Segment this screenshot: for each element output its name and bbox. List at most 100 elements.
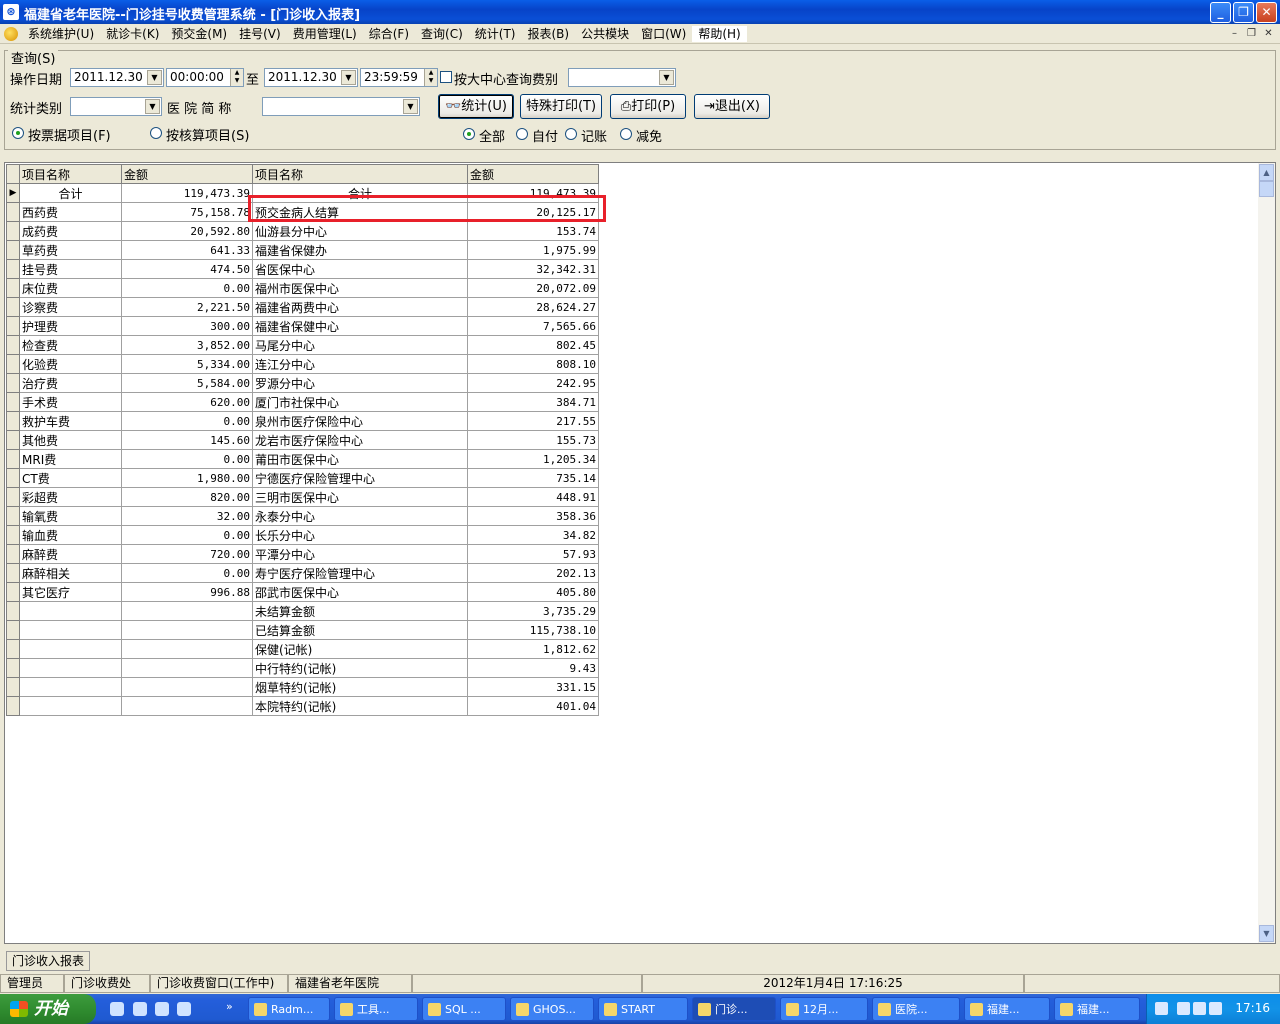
- cell-item-name-2[interactable]: 中行特约(记帐): [252, 658, 468, 678]
- cell-amount-1[interactable]: 0.00: [121, 525, 253, 545]
- table-row[interactable]: 手术费 620.00 厦门市社保中心 384.71: [6, 392, 599, 412]
- cell-item-name-1[interactable]: 成药费: [19, 221, 122, 241]
- cell-item-name-1[interactable]: [19, 658, 122, 678]
- col-header-item-name-2[interactable]: 项目名称: [252, 164, 468, 184]
- cell-amount-2[interactable]: 153.74: [467, 221, 599, 241]
- cell-item-name-2[interactable]: 宁德医疗保险管理中心: [252, 468, 468, 488]
- cell-amount-2[interactable]: 28,624.27: [467, 297, 599, 317]
- table-row[interactable]: MRI费 0.00 莆田市医保中心 1,205.34: [6, 449, 599, 469]
- network-icon-2[interactable]: [1209, 1002, 1222, 1015]
- row-indicator[interactable]: [6, 373, 20, 393]
- cell-amount-1[interactable]: 145.60: [121, 430, 253, 450]
- table-row[interactable]: 化验费 5,334.00 连江分中心 808.10: [6, 354, 599, 374]
- cell-item-name-2[interactable]: 福建省两费中心: [252, 297, 468, 317]
- cell-amount-2[interactable]: 358.36: [467, 506, 599, 526]
- start-button[interactable]: 开始: [0, 994, 96, 1024]
- row-indicator[interactable]: [6, 240, 20, 260]
- row-indicator[interactable]: [6, 468, 20, 488]
- cell-amount-1[interactable]: 996.88: [121, 582, 253, 602]
- row-indicator[interactable]: [6, 411, 20, 431]
- cell-item-name-1[interactable]: 输氧费: [19, 506, 122, 526]
- cell-amount-1[interactable]: [121, 601, 253, 621]
- cell-item-name-1[interactable]: 其它医疗: [19, 582, 122, 602]
- row-indicator[interactable]: [6, 392, 20, 412]
- cell-item-name-1[interactable]: 彩超费: [19, 487, 122, 507]
- mdi-minimize-icon[interactable]: –: [1227, 27, 1242, 41]
- table-row[interactable]: 护理费 300.00 福建省保健中心 7,565.66: [6, 316, 599, 336]
- cell-amount-2[interactable]: 401.04: [467, 696, 599, 716]
- table-row[interactable]: 彩超费 820.00 三明市医保中心 448.91: [6, 487, 599, 507]
- menu-query[interactable]: 查询(C): [415, 26, 469, 42]
- cell-amount-2[interactable]: 7,565.66: [467, 316, 599, 336]
- row-indicator[interactable]: [6, 601, 20, 621]
- cell-item-name-1[interactable]: 治疗费: [19, 373, 122, 393]
- hospital-select[interactable]: ▼: [262, 97, 420, 116]
- cell-amount-2[interactable]: 1,975.99: [467, 240, 599, 260]
- self-pay-radio[interactable]: [516, 128, 528, 140]
- cell-amount-2[interactable]: 9.43: [467, 658, 599, 678]
- close-button[interactable]: ✕: [1256, 2, 1277, 23]
- col-header-amount-1[interactable]: 金额: [121, 164, 253, 184]
- cell-amount-2[interactable]: 20,072.09: [467, 278, 599, 298]
- cell-amount-2[interactable]: 34.82: [467, 525, 599, 545]
- table-row[interactable]: 草药费 641.33 福建省保健办 1,975.99: [6, 240, 599, 260]
- cell-amount-1[interactable]: [121, 696, 253, 716]
- task-december-folder[interactable]: 12月...: [780, 997, 868, 1021]
- cell-amount-1[interactable]: 2,221.50: [121, 297, 253, 317]
- row-indicator[interactable]: [6, 430, 20, 450]
- cell-item-name-2[interactable]: 仙游县分中心: [252, 221, 468, 241]
- table-row[interactable]: 床位费 0.00 福州市医保中心 20,072.09: [6, 278, 599, 298]
- cell-amount-1[interactable]: 5,584.00: [121, 373, 253, 393]
- menu-card[interactable]: 就诊卡(K): [100, 26, 165, 42]
- cell-amount-2[interactable]: 57.93: [467, 544, 599, 564]
- cell-amount-1[interactable]: 0.00: [121, 449, 253, 469]
- row-indicator[interactable]: [6, 316, 20, 336]
- cell-amount-1[interactable]: 0.00: [121, 278, 253, 298]
- cell-item-name-2[interactable]: 龙岩市医疗保险中心: [252, 430, 468, 450]
- row-indicator[interactable]: [6, 354, 20, 374]
- cell-item-name-1[interactable]: 挂号费: [19, 259, 122, 279]
- cell-item-name-1[interactable]: [19, 696, 122, 716]
- table-row[interactable]: 保健(记帐) 1,812.62: [6, 639, 599, 659]
- cell-amount-1[interactable]: [121, 620, 253, 640]
- menu-stat[interactable]: 统计(T): [469, 26, 522, 42]
- cell-item-name-1[interactable]: 合计: [19, 183, 122, 203]
- row-indicator[interactable]: [6, 278, 20, 298]
- col-header-amount-2[interactable]: 金额: [467, 164, 599, 184]
- cell-item-name-2[interactable]: 三明市医保中心: [252, 487, 468, 507]
- cell-item-name-2[interactable]: 长乐分中心: [252, 525, 468, 545]
- row-indicator[interactable]: [6, 525, 20, 545]
- cell-amount-2[interactable]: 1,812.62: [467, 639, 599, 659]
- cell-item-name-2[interactable]: 寿宁医疗保险管理中心: [252, 563, 468, 583]
- cell-item-name-2[interactable]: 烟草特约(记帐): [252, 677, 468, 697]
- cell-amount-1[interactable]: 119,473.39: [121, 183, 253, 203]
- task-radm[interactable]: Radm...: [248, 997, 330, 1021]
- cell-item-name-1[interactable]: [19, 677, 122, 697]
- cell-amount-2[interactable]: 384.71: [467, 392, 599, 412]
- cell-amount-1[interactable]: 0.00: [121, 563, 253, 583]
- chevron-down-icon[interactable]: ▼: [403, 99, 418, 114]
- menu-fee[interactable]: 费用管理(L): [287, 26, 363, 42]
- chevron-down-icon[interactable]: ▼: [659, 70, 674, 85]
- cell-amount-1[interactable]: [121, 677, 253, 697]
- time-from-input[interactable]: 00:00:00 ▲ ▼: [166, 68, 244, 87]
- ie-icon[interactable]: [110, 1002, 124, 1016]
- row-indicator[interactable]: [6, 487, 20, 507]
- table-row[interactable]: 救护车费 0.00 泉州市医疗保险中心 217.55: [6, 411, 599, 431]
- cell-item-name-1[interactable]: 护理费: [19, 316, 122, 336]
- center-query-checkbox[interactable]: [440, 71, 452, 83]
- menu-system[interactable]: 系统维护(U): [22, 26, 100, 42]
- table-row[interactable]: 已结算金额 115,738.10: [6, 620, 599, 640]
- special-print-button[interactable]: 特殊打印(T): [520, 94, 602, 119]
- task-hospital[interactable]: 医院...: [872, 997, 960, 1021]
- cell-item-name-2[interactable]: 莆田市医保中心: [252, 449, 468, 469]
- credit-radio[interactable]: [565, 128, 577, 140]
- cell-amount-2[interactable]: 331.15: [467, 677, 599, 697]
- cell-item-name-2[interactable]: 福建省保健中心: [252, 316, 468, 336]
- chevron-down-icon[interactable]: ▼: [147, 70, 162, 85]
- table-row[interactable]: 麻醉相关 0.00 寿宁医疗保险管理中心 202.13: [6, 563, 599, 583]
- cell-item-name-2[interactable]: 省医保中心: [252, 259, 468, 279]
- menu-window[interactable]: 窗口(W): [635, 26, 692, 42]
- task-outpatient[interactable]: 门诊...: [692, 997, 776, 1021]
- row-indicator[interactable]: [6, 297, 20, 317]
